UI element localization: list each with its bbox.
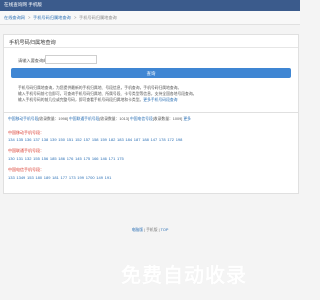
telecom-stats-link[interactable]: 中国电信号段 xyxy=(130,117,153,121)
info-line-3: 输入手机号码的前几位或完整号码，即可查看手机号码段归属地和卡类型。更多手机号码段… xyxy=(18,98,177,103)
watermark-text: 免费自动收录 xyxy=(121,263,247,287)
breadcrumb-section-link[interactable]: 手机号码归属地查询 xyxy=(33,15,71,21)
panel-divider xyxy=(4,47,298,48)
telecom-count: [收录数量：1009] xyxy=(152,117,183,121)
prefix-list-telecom[interactable]: 133 1349 153 180 189 181 177 173 199 170… xyxy=(8,175,111,180)
carrier-title-unicom: 中国联通手机号段： xyxy=(8,148,44,153)
carrier-title-mobile: 中国移动手机号段： xyxy=(8,130,44,135)
prefix-list-panel: 中国移动手机号段[收录数量：1998] 中国联通手机号段[收录数量：1013] … xyxy=(3,112,299,194)
site-title[interactable]: 在线查询网 手机版 xyxy=(4,2,42,8)
mobile-version-label: 手机版 xyxy=(146,228,158,232)
stats-line: 中国移动手机号段[收录数量：1998] 中国联通手机号段[收录数量：1013] … xyxy=(8,117,191,122)
info-line-3-text: 输入手机号码的前几位或完整号码，即可查看手机号码段归属地和卡类型。 xyxy=(18,98,144,102)
more-prefix-link[interactable]: 更多手机号码段查询 xyxy=(143,98,177,102)
footer-links: 电脑版 | 手机版 | TOP xyxy=(0,228,300,233)
panel-title: 手机号码归属地查询 xyxy=(9,40,56,46)
breadcrumb-home-link[interactable]: 在线查询网 xyxy=(4,15,25,21)
carrier-title-telecom: 中国电信手机号段： xyxy=(8,167,44,172)
unicom-count: [收录数量：1013] xyxy=(99,117,129,121)
top-navbar: 在线查询网 手机版 xyxy=(0,0,300,11)
breadcrumb: 在线查询网 > 手机号码归属地查询 > 手机号码归属地查询 xyxy=(0,11,300,25)
query-panel: 手机号码归属地查询 请输入要查询的手机号码： 查询 手机号码归属地查询，为您提供… xyxy=(3,34,299,118)
query-button[interactable]: 查询 xyxy=(11,68,291,78)
phone-number-input[interactable] xyxy=(45,55,97,64)
mobile-stats-link[interactable]: 中国移动手机号段 xyxy=(8,117,38,121)
mobile-count: [收录数量：1998] xyxy=(38,117,68,121)
footer-separator: | xyxy=(158,228,160,232)
breadcrumb-separator: > xyxy=(28,15,31,20)
unicom-stats-link[interactable]: 中国联通手机号段 xyxy=(69,117,99,121)
prefix-list-mobile[interactable]: 134 135 136 137 138 139 150 151 152 157 … xyxy=(8,137,182,142)
info-line-1: 手机号码归属地查询，为您提供最新的手机归属地、号段信息，手机查询，手机号码归属地… xyxy=(18,86,182,90)
more-stats-link[interactable]: 更多 xyxy=(183,117,191,121)
footer-separator: | xyxy=(144,228,146,232)
back-to-top-link[interactable]: TOP xyxy=(161,228,169,232)
desktop-version-link[interactable]: 电脑版 xyxy=(132,228,143,232)
breadcrumb-current: 手机号码归属地查询 xyxy=(79,15,117,20)
breadcrumb-separator: > xyxy=(74,15,77,20)
info-line-2: 输入手机号码前七位即可，可查询手机号码归属地、所属号段、卡号类型等信息，支持全国… xyxy=(18,92,197,96)
prefix-list-unicom[interactable]: 130 131 132 155 156 185 186 176 145 175 … xyxy=(8,156,124,161)
